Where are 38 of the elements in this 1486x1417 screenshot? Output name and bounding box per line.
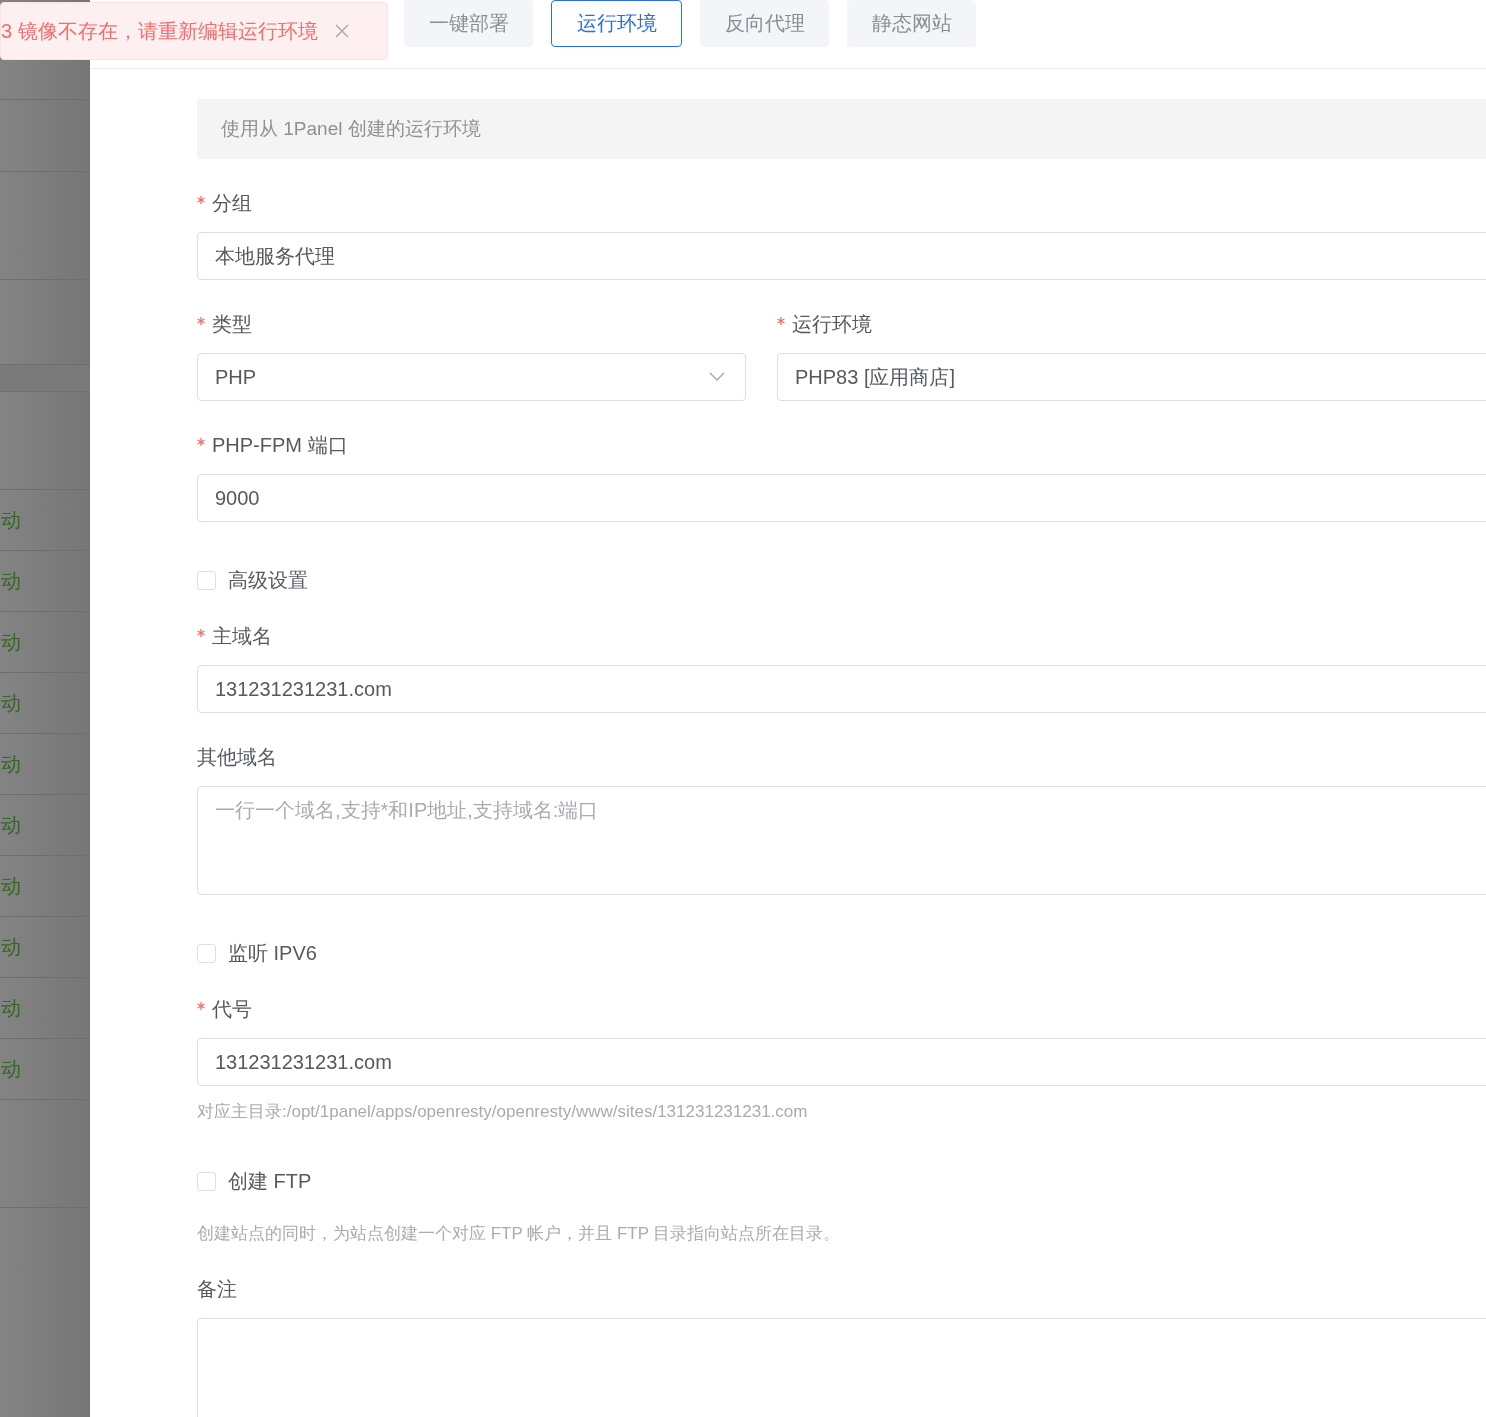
input-field[interactable]: 131231231231.com [197,665,1486,713]
hint-text: 对应主目录:/opt/1panel/apps/openresty/openresty/www/sites/131231231231.com [197,1101,809,1123]
field-label: 主域名 [212,624,272,648]
status-text: 动 [1,812,21,838]
status-text: 动 [1,629,21,655]
hint-text: 创建站点的同时，为站点创建一个对应 FTP 帐户，并且 FTP 目录指向站点所在目录。 [197,1223,842,1245]
field-label: 类型 [212,312,252,336]
input-field[interactable]: PHP83 [应用商店] [777,353,1486,401]
info-banner: 使用从 1Panel 创建的运行环境 [197,99,1486,159]
checkbox[interactable] [197,1171,216,1191]
status-text: 动 [1,690,21,716]
tab[interactable]: 运行环境 [551,0,682,47]
status-text: 动 [1,751,21,777]
field-label: 运行环境 [792,312,872,336]
field-label: 备注 [197,1277,237,1301]
select-field[interactable]: PHP [197,353,746,401]
error-message: 3 镜像不存在，请重新编辑运行环境 [1,18,318,44]
field-label: 分组 [212,191,252,215]
field-label: PHP-FPM 端口 [212,433,348,457]
textarea-field[interactable] [197,1318,1486,1417]
status-text: 动 [1,873,21,899]
checkbox[interactable] [197,570,216,590]
status-text: 动 [1,934,21,960]
close-icon[interactable] [333,23,350,39]
status-text: 动 [1,1056,21,1082]
status-text: 动 [1,507,21,533]
input-field[interactable]: 本地服务代理 [197,232,1486,280]
input-field[interactable]: 131231231231.com [197,1038,1486,1086]
input-field[interactable]: 9000 [197,474,1486,522]
status-text: 动 [1,995,21,1021]
checkbox[interactable] [197,943,216,963]
field-label: 其他域名 [197,745,277,769]
field-label: 代号 [212,997,252,1021]
status-text: 动 [1,568,21,594]
checkbox-label: 监听 IPV6 [228,940,317,966]
caret-icon [709,372,725,382]
checkbox-label: 高级设置 [228,567,308,593]
checkbox-label: 创建 FTP [228,1168,312,1194]
